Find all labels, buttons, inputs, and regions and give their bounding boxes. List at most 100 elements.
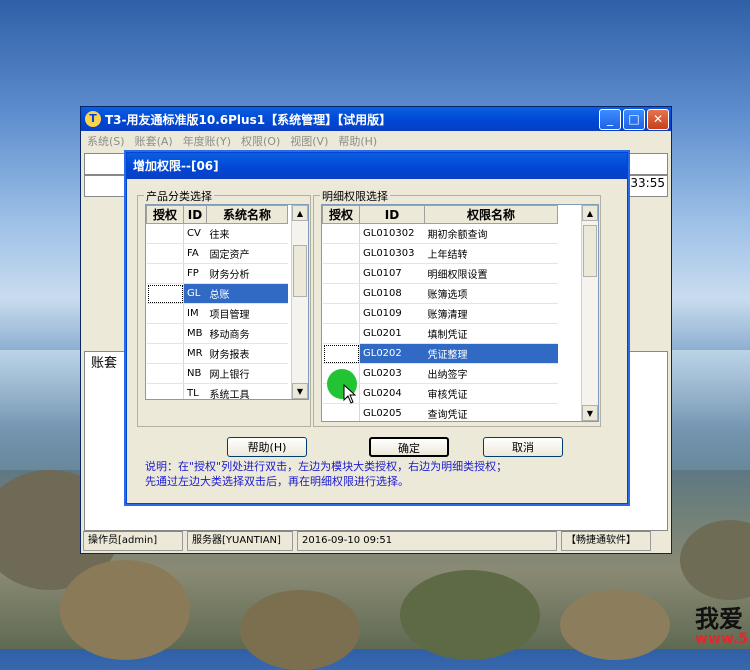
main-window-titlebar[interactable]: T T3-用友通标准版10.6Plus1【系统管理】【试用版】 _ □ ✕ <box>81 107 671 131</box>
table-row[interactable]: TL 系统工具 <box>146 383 288 399</box>
menubar: 系统(S) 账套(A) 年度账(Y) 权限(O) 视图(V) 帮助(H) <box>81 131 671 151</box>
table-row[interactable]: GL0108 账簿选项 <box>322 283 558 304</box>
detail-grid-scrollbar[interactable]: ▲ ▼ <box>581 205 598 421</box>
name-cell: 查询凭证 <box>424 403 558 421</box>
scroll-up-arrow-icon[interactable]: ▲ <box>292 205 308 221</box>
table-row[interactable]: GL0202 凭证整理 <box>322 343 558 364</box>
authorize-cell[interactable] <box>146 363 184 384</box>
id-cell: MB <box>183 323 207 344</box>
authorize-cell[interactable] <box>322 403 360 421</box>
col-authorize: 授权 <box>146 205 184 224</box>
menu-view[interactable]: 视图(V) <box>290 133 328 149</box>
cancel-button[interactable]: 取消 <box>483 437 563 457</box>
rock <box>680 520 750 600</box>
scroll-thumb[interactable] <box>293 245 307 297</box>
authorize-cell[interactable] <box>322 243 360 264</box>
table-row[interactable]: GL010302 期初余额查询 <box>322 223 558 244</box>
menu-permission[interactable]: 权限(O) <box>241 133 280 149</box>
authorize-cell[interactable] <box>322 263 360 284</box>
table-row[interactable]: FA 固定资产 <box>146 243 288 264</box>
table-row[interactable]: CV 往来 <box>146 223 288 244</box>
name-cell: 明细权限设置 <box>424 263 558 284</box>
dialog-title[interactable]: 增加权限--[06] <box>127 153 627 179</box>
id-cell: GL <box>183 283 207 304</box>
id-cell: FP <box>183 263 207 284</box>
table-row[interactable]: FP 财务分析 <box>146 263 288 284</box>
table-row[interactable]: NB 网上银行 <box>146 363 288 384</box>
authorize-cell[interactable] <box>322 283 360 304</box>
minimize-button[interactable]: _ <box>599 108 621 130</box>
scroll-down-arrow-icon[interactable]: ▼ <box>292 383 308 399</box>
instructions-line-1: 说明：在"授权"列处进行双击，左边为模块大类授权，右边为明细类授权； <box>145 460 508 473</box>
rock <box>560 590 670 660</box>
product-category-group: 产品分类选择 授权 ID 系统名称 CV 往来 FA 固定资产 FP 财务分析 GL 总账 IM… <box>137 188 311 427</box>
authorize-cell[interactable] <box>322 303 360 324</box>
scroll-down-arrow-icon[interactable]: ▼ <box>582 405 598 421</box>
id-cell: GL0205 <box>359 403 425 421</box>
name-cell: 项目管理 <box>206 303 288 324</box>
table-row[interactable]: GL0205 查询凭证 <box>322 403 558 421</box>
mouse-pointer-icon <box>343 384 357 404</box>
scroll-up-arrow-icon[interactable]: ▲ <box>582 205 598 221</box>
maximize-button[interactable]: □ <box>623 108 645 130</box>
name-cell: 上年结转 <box>424 243 558 264</box>
app-icon: T <box>85 111 101 127</box>
id-cell: TL <box>183 383 207 399</box>
bg-time: 33:55 <box>630 176 665 190</box>
help-button[interactable]: 帮助(H) <box>227 437 307 457</box>
authorize-cell[interactable] <box>322 323 360 344</box>
status-server: 服务器[YUANTIAN] <box>187 531 293 551</box>
table-row[interactable]: GL0204 审核凭证 <box>322 383 558 404</box>
authorize-cell[interactable] <box>322 343 360 364</box>
ok-button[interactable]: 确定 <box>369 437 449 457</box>
authorize-cell[interactable] <box>146 263 184 284</box>
menu-system[interactable]: 系统(S) <box>87 133 125 149</box>
id-cell: GL0202 <box>359 343 425 364</box>
table-row[interactable]: MB 移动商务 <box>146 323 288 344</box>
id-cell: CV <box>183 223 207 244</box>
instructions-line-2: 先通过左边大类选择双击后，再在明细权限进行选择。 <box>145 475 409 488</box>
name-cell: 移动商务 <box>206 323 288 344</box>
menu-help[interactable]: 帮助(H) <box>338 133 377 149</box>
name-cell: 总账 <box>206 283 288 304</box>
col-id: ID <box>359 205 425 224</box>
table-row[interactable]: GL0203 出纳签字 <box>322 363 558 384</box>
table-row[interactable]: GL010303 上年结转 <box>322 243 558 264</box>
authorize-cell[interactable] <box>146 323 184 344</box>
watermark-text: 我爱 <box>695 605 744 633</box>
authorize-cell[interactable] <box>322 223 360 244</box>
menu-account[interactable]: 账套(A) <box>135 133 173 149</box>
table-row[interactable]: GL0109 账簿清理 <box>322 303 558 324</box>
close-button[interactable]: ✕ <box>647 108 669 130</box>
table-row[interactable]: IM 项目管理 <box>146 303 288 324</box>
table-row[interactable]: GL0107 明细权限设置 <box>322 263 558 284</box>
authorize-cell[interactable] <box>146 223 184 244</box>
id-cell: GL0203 <box>359 363 425 384</box>
authorize-cell[interactable] <box>146 343 184 364</box>
status-datetime: 2016-09-10 09:51 <box>297 531 557 551</box>
rock <box>60 560 190 660</box>
statusbar: 操作员[admin] 服务器[YUANTIAN] 2016-09-10 09:5… <box>83 531 669 551</box>
id-cell: NB <box>183 363 207 384</box>
product-grid-scrollbar[interactable]: ▲ ▼ <box>291 205 308 399</box>
col-system-name: 系统名称 <box>206 205 288 224</box>
authorize-cell[interactable] <box>146 283 184 304</box>
authorize-cell[interactable] <box>146 383 184 399</box>
authorize-cell[interactable] <box>146 243 184 264</box>
id-cell: GL0204 <box>359 383 425 404</box>
name-cell: 填制凭证 <box>424 323 558 344</box>
table-row[interactable]: GL 总账 <box>146 283 288 304</box>
id-cell: GL0107 <box>359 263 425 284</box>
id-cell: GL010303 <box>359 243 425 264</box>
authorize-cell[interactable] <box>146 303 184 324</box>
product-category-grid: 授权 ID 系统名称 CV 往来 FA 固定资产 FP 财务分析 GL 总账 IM 项目管理 MB 移… <box>145 204 309 400</box>
menu-annual-account[interactable]: 年度账(Y) <box>183 133 231 149</box>
col-permission-name: 权限名称 <box>424 205 558 224</box>
table-row[interactable]: MR 财务报表 <box>146 343 288 364</box>
watermark-url: www.5 <box>695 631 748 647</box>
status-operator: 操作员[admin] <box>83 531 183 551</box>
table-row[interactable]: GL0201 填制凭证 <box>322 323 558 344</box>
scroll-thumb[interactable] <box>583 225 597 277</box>
col-id: ID <box>183 205 207 224</box>
name-cell: 财务报表 <box>206 343 288 364</box>
